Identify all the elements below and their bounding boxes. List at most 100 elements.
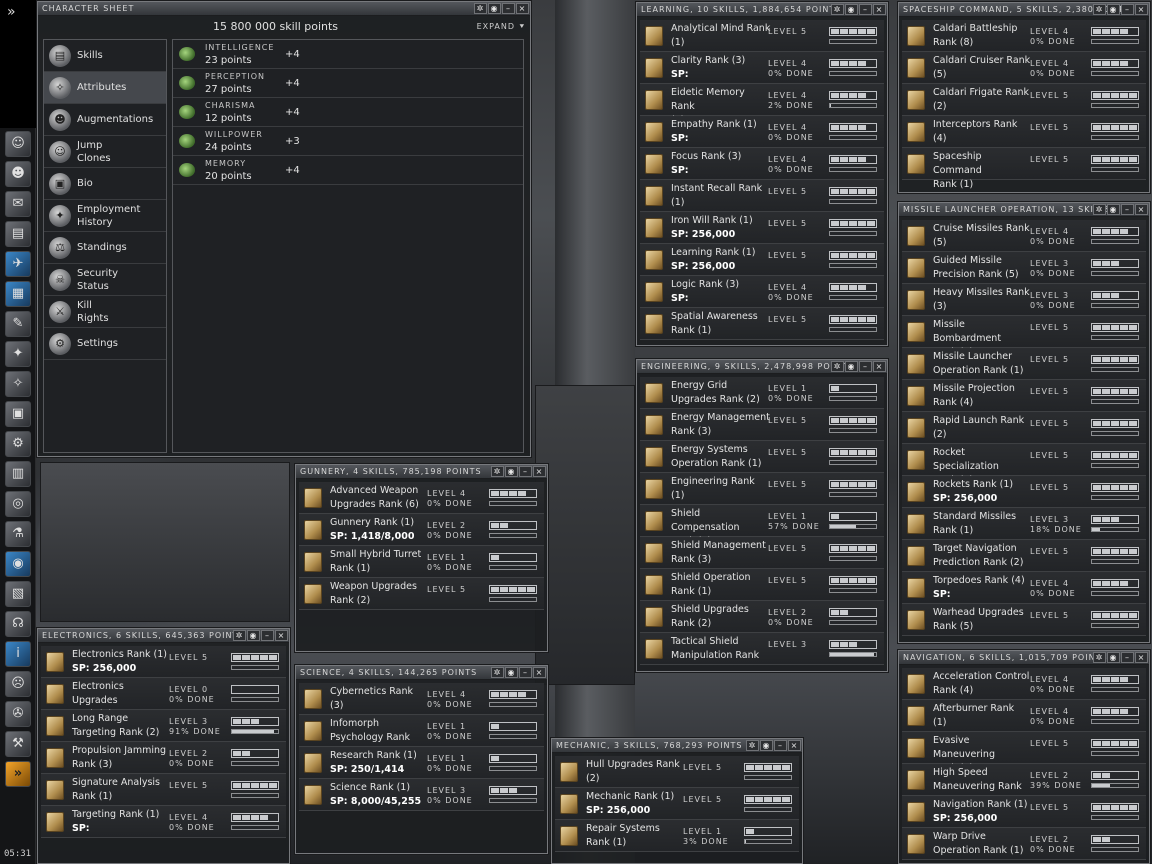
industry-icon[interactable]: ⚙ — [5, 431, 31, 457]
skill-row[interactable]: Clarity Rank (3) SP: LEVEL 4 0% DONE — [640, 52, 884, 84]
info-icon[interactable]: ◉ — [247, 630, 260, 641]
skill-row[interactable]: Spatial Awareness Rank (1) LEVEL 5 — [640, 308, 884, 340]
info-icon[interactable]: ◉ — [1107, 652, 1120, 663]
window-titlebar[interactable]: GUNNERY, 4 SKILLS, 785,198 POINTS ✲ ◉ – × — [296, 465, 547, 479]
notepad-icon[interactable]: ▤ — [5, 221, 31, 247]
skill-row[interactable]: Shield Management Rank (3) LEVEL 5 — [640, 537, 884, 569]
skill-row[interactable]: Standard Missiles Rank (1) LEVEL 3 18% DONE — [902, 508, 1146, 540]
close-icon[interactable]: × — [275, 630, 288, 641]
skill-row[interactable]: Targeting Rank (1) SP: LEVEL 4 0% DONE — [41, 806, 286, 838]
minimize-icon[interactable]: – — [502, 3, 515, 14]
skill-row[interactable]: Navigation Rank (1) SP: 256,000 LEVEL 5 — [902, 796, 1146, 828]
sidebar-expand-icon[interactable]: » — [7, 4, 16, 20]
map-icon[interactable]: ▦ — [5, 281, 31, 307]
close-icon[interactable]: × — [788, 740, 801, 751]
skill-row[interactable]: Energy Management Rank (3) LEVEL 5 — [640, 409, 884, 441]
skill-row[interactable]: Caldari Battleship Rank (8) LEVEL 4 0% DONE — [902, 20, 1146, 52]
info-icon[interactable]: ◉ — [845, 361, 858, 372]
skill-row[interactable]: Evasive ManeuveringRank (2)LEVEL 5 — [902, 732, 1146, 774]
help-lifebuoy-icon[interactable]: ◎ — [5, 491, 31, 517]
skill-row[interactable]: Science Rank (1) SP: 8,000/45,255 LEVEL 30… — [299, 779, 544, 811]
window-titlebar[interactable]: SCIENCE, 4 SKILLS, 144,265 POINTS ✲ ◉ – × — [296, 666, 547, 680]
nav-jump-clones[interactable]: ☺ Jump Clones — [44, 136, 166, 168]
skill-row[interactable]: Rockets Rank (1) SP: 256,000 LEVEL 5 — [902, 476, 1146, 508]
window-titlebar[interactable]: ELECTRONICS, 6 SKILLS, 645,363 POINTS ✲ ◉ –… — [38, 629, 289, 643]
skill-row[interactable]: Small Hybrid Turret Rank (1) LEVEL 1 0% DON… — [299, 546, 544, 578]
minimize-icon[interactable]: – — [859, 4, 872, 15]
mail-icon[interactable]: ✉ — [5, 191, 31, 217]
skill-row[interactable]: Acceleration Control Rank (4) LEVEL 4 0% DO… — [902, 668, 1146, 700]
science-icon[interactable]: ⚗ — [5, 521, 31, 547]
skill-row[interactable]: Engineering Rank (1) LEVEL 5 — [640, 473, 884, 505]
skill-row[interactable]: Energy Systems Operation Rank (1) LEVEL 5 — [640, 441, 884, 473]
skill-row[interactable]: Gunnery Rank (1) SP: 1,418/8,000 LEVEL 2 0%… — [299, 514, 544, 546]
window-titlebar[interactable]: MISSILE LAUNCHER OPERATION, 13 SKILLS ✲ ◉ –… — [899, 203, 1149, 217]
nav-augmentations[interactable]: ☻ Augmentations — [44, 104, 166, 136]
skill-row[interactable]: Eidetic Memory Rank(3)LEVEL 42% DONE — [640, 84, 884, 126]
character-icon[interactable]: ☺ — [5, 131, 31, 157]
info-icon[interactable]: ◉ — [505, 667, 518, 678]
nav-bio[interactable]: ▣ Bio — [44, 168, 166, 200]
skill-row[interactable]: Warp Drive Operation Rank (1) LEVEL 2 0% DO… — [902, 828, 1146, 860]
notes-icon[interactable]: ▧ — [5, 581, 31, 607]
minimize-icon[interactable]: – — [774, 740, 787, 751]
skill-row[interactable]: Research Rank (1) SP: 250/1,414 LEVEL 1 0% … — [299, 747, 544, 779]
info-icon[interactable]: ◉ — [760, 740, 773, 751]
window-titlebar[interactable]: SPACESHIP COMMAND, 5 SKILLS, 2,380,000 P… — [899, 3, 1149, 17]
skill-row[interactable]: Instant Recall Rank (1) LEVEL 5 — [640, 180, 884, 212]
skill-row[interactable]: Infomorph Psychology Rank LEVEL 1 0% DONE — [299, 715, 544, 747]
close-icon[interactable]: × — [533, 667, 546, 678]
people-icon[interactable]: ☻ — [5, 161, 31, 187]
skill-row[interactable]: Target Navigation Prediction Rank (2) LEVE… — [902, 540, 1146, 572]
skill-row[interactable]: Iron Will Rank (1) SP: 256,000 LEVEL 5 — [640, 212, 884, 244]
headset-icon[interactable]: ☊ — [5, 611, 31, 637]
skill-row[interactable]: Learning Rank (1) SP: 256,000 LEVEL 5 — [640, 244, 884, 276]
market-icon[interactable]: ◉ — [5, 551, 31, 577]
skill-row[interactable]: Signature Analysis Rank (1) LEVEL 5 — [41, 774, 286, 806]
skill-row[interactable]: Heavy Missiles Rank (3) LEVEL 3 0% DONE — [902, 284, 1146, 316]
settings-icon[interactable]: ⚒ — [5, 731, 31, 757]
pin-icon[interactable]: ✲ — [831, 361, 844, 372]
skill-row[interactable]: Interceptors Rank (4) LEVEL 5 — [902, 116, 1146, 148]
skill-row[interactable]: Rapid Launch Rank (2) LEVEL 5 — [902, 412, 1146, 444]
expand-button[interactable]: EXPAND ⯆ — [477, 22, 526, 32]
skill-row[interactable]: Electronics Rank (1) SP: 256,000 LEVEL 5 — [41, 646, 286, 678]
close-icon[interactable]: × — [873, 361, 886, 372]
pin-icon[interactable]: ✲ — [474, 3, 487, 14]
nav-kill-rights[interactable]: ⚔ Kill Rights — [44, 296, 166, 328]
skill-row[interactable]: Repair Systems Rank (1) LEVEL 1 3% DONE — [555, 820, 799, 852]
info-icon[interactable]: i — [5, 641, 31, 667]
minimize-icon[interactable]: – — [1121, 204, 1134, 215]
starmap-icon[interactable]: ✦ — [5, 341, 31, 367]
pin-icon[interactable]: ✲ — [491, 466, 504, 477]
window-titlebar[interactable]: ENGINEERING, 9 SKILLS, 2,478,998 POINTS ✲… — [637, 360, 887, 374]
close-icon[interactable]: × — [516, 3, 529, 14]
portrait-icon[interactable]: ☹ — [5, 671, 31, 697]
skill-row[interactable]: Empathy Rank (1) SP: LEVEL 4 0% DONE — [640, 116, 884, 148]
info-icon[interactable]: ◉ — [1107, 204, 1120, 215]
skill-row[interactable]: Missile Projection Rank (4) LEVEL 5 — [902, 380, 1146, 412]
skill-row[interactable]: Missile BombardmentRank (2)LEVEL 5 — [902, 316, 1146, 358]
skill-row[interactable]: Caldari Cruiser Rank (5) LEVEL 4 0% DONE — [902, 52, 1146, 84]
skill-row[interactable]: High Speed Maneuvering Rank LEVEL 2 39% DON… — [902, 764, 1146, 796]
window-titlebar[interactable]: LEARNING, 10 SKILLS, 1,884,654 POINTS ✲ ◉ –… — [637, 3, 887, 17]
skill-row[interactable]: Warhead Upgrades Rank (5) LEVEL 5 — [902, 604, 1146, 636]
drone-icon[interactable]: ✇ — [5, 701, 31, 727]
pin-icon[interactable]: ✲ — [1093, 4, 1106, 15]
minimize-icon[interactable]: – — [1121, 652, 1134, 663]
skill-row[interactable]: Advanced Weapon Upgrades Rank (6) LEVEL 40… — [299, 482, 544, 514]
skill-row[interactable]: Long Range Targeting Rank (2) LEVEL 3 91% D… — [41, 710, 286, 742]
pin-icon[interactable]: ✲ — [746, 740, 759, 751]
skill-row[interactable]: Guided Missile Precision Rank (5) LEVEL 30… — [902, 252, 1146, 284]
skill-row[interactable]: Logic Rank (3) SP: LEVEL 4 0% DONE — [640, 276, 884, 308]
skill-row[interactable]: Cybernetics Rank (3) LEVEL 4 0% DONE — [299, 683, 544, 715]
calculator-icon[interactable]: ▥ — [5, 461, 31, 487]
close-icon[interactable]: × — [1135, 652, 1148, 663]
pin-icon[interactable]: ✲ — [233, 630, 246, 641]
nav-employment-history[interactable]: ✦ Employment History — [44, 200, 166, 232]
minimize-icon[interactable]: – — [261, 630, 274, 641]
nav-standings[interactable]: ⚖ Standings — [44, 232, 166, 264]
skill-row[interactable]: Hull Upgrades Rank (2) LEVEL 5 — [555, 756, 799, 788]
window-titlebar[interactable]: MECHANIC, 3 SKILLS, 768,293 POINTS ✲ ◉ – × — [552, 739, 802, 753]
close-icon[interactable]: × — [533, 466, 546, 477]
